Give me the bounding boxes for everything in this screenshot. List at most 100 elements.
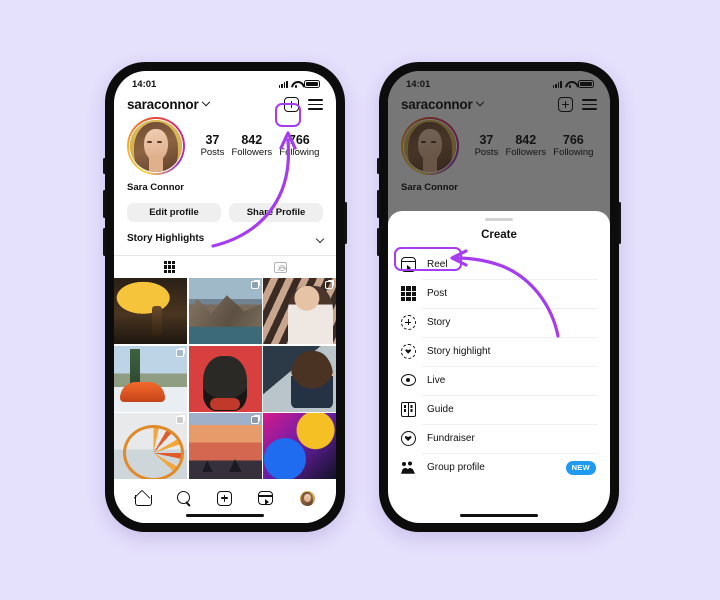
- profile-stats: 37 Posts 842 Followers 766 Following: [191, 133, 323, 160]
- group-people-icon: [401, 460, 416, 475]
- create-live[interactable]: Live: [388, 366, 610, 395]
- photo-woman-stripes[interactable]: [263, 278, 336, 344]
- phone-mute-switch: [377, 158, 380, 174]
- tagged-person-icon: [274, 261, 287, 273]
- sheet-grabber[interactable]: [485, 218, 513, 222]
- multi-photo-badge-icon: [325, 281, 333, 289]
- cellular-bars-icon: [278, 80, 288, 88]
- nav-create-plus-square-icon[interactable]: [216, 490, 232, 506]
- photo-ferris-wheel[interactable]: [114, 413, 187, 479]
- stat-posts[interactable]: 37 Posts: [201, 133, 225, 160]
- grid-tab[interactable]: [114, 256, 225, 278]
- status-time: 14:01: [132, 78, 157, 90]
- following-count: 766: [288, 132, 310, 147]
- photo-black-dog[interactable]: [188, 345, 262, 412]
- grid-icon: [163, 261, 176, 273]
- photo-sunset-cyclists[interactable]: [188, 413, 262, 479]
- create-fundraiser[interactable]: Fundraiser: [388, 424, 610, 453]
- story-highlight-icon: [401, 344, 416, 360]
- multi-photo-badge-icon: [176, 416, 184, 424]
- chevron-down-icon: [315, 234, 325, 243]
- battery-icon: [304, 80, 320, 88]
- wifi-icon: [291, 80, 301, 88]
- stat-followers[interactable]: 842 Followers: [231, 133, 272, 160]
- bottom-navigation-bar: [114, 483, 336, 523]
- create-story[interactable]: Story: [388, 308, 610, 337]
- create-button[interactable]: [284, 97, 299, 112]
- home-indicator: [186, 514, 264, 517]
- profile-tabs: [114, 255, 336, 278]
- create-story-highlight[interactable]: Story highlight: [388, 337, 610, 366]
- profile-full-name: Sara Connor: [127, 182, 185, 193]
- multi-photo-badge-icon: [250, 281, 259, 289]
- posts-count: 37: [205, 132, 220, 147]
- photo-curly-hair-woman[interactable]: [263, 345, 336, 412]
- phone-volume-up-button: [103, 190, 106, 218]
- profile-action-buttons: Edit profile Share Profile: [114, 193, 336, 222]
- sheet-title: Create: [481, 229, 517, 242]
- phone-volume-down-button: [377, 228, 380, 256]
- profile-header: saraconnor: [114, 93, 336, 114]
- create-option-label: Story: [427, 317, 451, 329]
- username-switcher[interactable]: saraconnor: [127, 97, 210, 112]
- story-highlights-row[interactable]: Story Highlights: [114, 222, 336, 244]
- create-option-label: Reel: [427, 259, 448, 271]
- create-options-list: Reel Post Story Story highlight Live Guide Fun…: [388, 247, 610, 482]
- reels-icon[interactable]: [258, 491, 274, 505]
- hamburger-menu-icon[interactable]: [308, 98, 323, 111]
- followers-label: Followers: [231, 147, 273, 159]
- phone-volume-down-button: [103, 228, 106, 256]
- multi-photo-badge-icon: [250, 416, 259, 424]
- chevron-down-icon: [201, 97, 210, 106]
- edit-profile-button[interactable]: Edit profile: [127, 203, 221, 222]
- avatar-icon[interactable]: [299, 490, 315, 506]
- create-option-label: Story highlight: [427, 346, 491, 358]
- phone-volume-up-button: [377, 190, 380, 218]
- right-phone-frame: 14:01 saraconnor: [377, 62, 621, 532]
- new-badge: NEW: [565, 460, 596, 475]
- create-bottom-sheet: Create Reel Post Story Story highlight Live G…: [388, 211, 610, 523]
- status-bar: 14:01: [114, 71, 336, 93]
- tagged-tab[interactable]: [225, 256, 336, 278]
- followers-count: 842: [241, 132, 263, 147]
- create-guide[interactable]: Guide: [388, 395, 610, 424]
- phone-power-button: [618, 202, 621, 244]
- photo-umbrella[interactable]: [114, 278, 187, 344]
- create-group-profile[interactable]: Group profile NEW: [388, 453, 610, 482]
- photo-neon-concert[interactable]: [263, 413, 336, 479]
- header-actions: [284, 97, 323, 112]
- posts-label: Posts: [200, 147, 225, 159]
- create-option-label: Guide: [427, 404, 454, 416]
- create-option-label: Group profile: [427, 462, 485, 474]
- stat-following[interactable]: 766 Following: [279, 133, 319, 160]
- story-plus-icon: [401, 315, 416, 331]
- photo-grid: [114, 278, 336, 479]
- live-broadcast-icon: [401, 373, 416, 388]
- left-phone-frame: 14:01 saraconnor 37 Posts 842 Followers …: [103, 62, 347, 532]
- left-phone-screen: 14:01 saraconnor 37 Posts 842 Followers …: [114, 71, 336, 523]
- fundraiser-heart-icon: [401, 431, 416, 447]
- reel-icon: [400, 257, 416, 273]
- guide-book-icon: [401, 401, 416, 418]
- create-post[interactable]: Post: [388, 279, 610, 308]
- create-option-label: Live: [427, 375, 446, 387]
- photo-orange-car[interactable]: [114, 345, 187, 412]
- create-reel[interactable]: Reel: [388, 247, 610, 279]
- photo-mountain-lake[interactable]: [188, 278, 262, 344]
- share-profile-button[interactable]: Share Profile: [229, 203, 323, 222]
- phone-mute-switch: [103, 158, 106, 174]
- home-icon[interactable]: [135, 491, 153, 506]
- status-icons: [278, 80, 320, 88]
- create-option-label: Fundraiser: [427, 433, 475, 445]
- following-label: Following: [279, 147, 320, 159]
- multi-photo-badge-icon: [176, 348, 184, 357]
- screenshot-canvas: 14:01 saraconnor 37 Posts 842 Followers …: [0, 0, 720, 600]
- phone-power-button: [344, 202, 347, 244]
- right-phone-screen: 14:01 saraconnor: [388, 71, 610, 523]
- profile-avatar[interactable]: [127, 117, 185, 175]
- grid-post-icon: [401, 286, 416, 302]
- story-highlights-label: Story Highlights: [127, 233, 205, 244]
- profile-summary-row: 37 Posts 842 Followers 766 Following: [114, 114, 336, 175]
- create-option-label: Post: [427, 288, 448, 300]
- search-icon[interactable]: [176, 491, 191, 505]
